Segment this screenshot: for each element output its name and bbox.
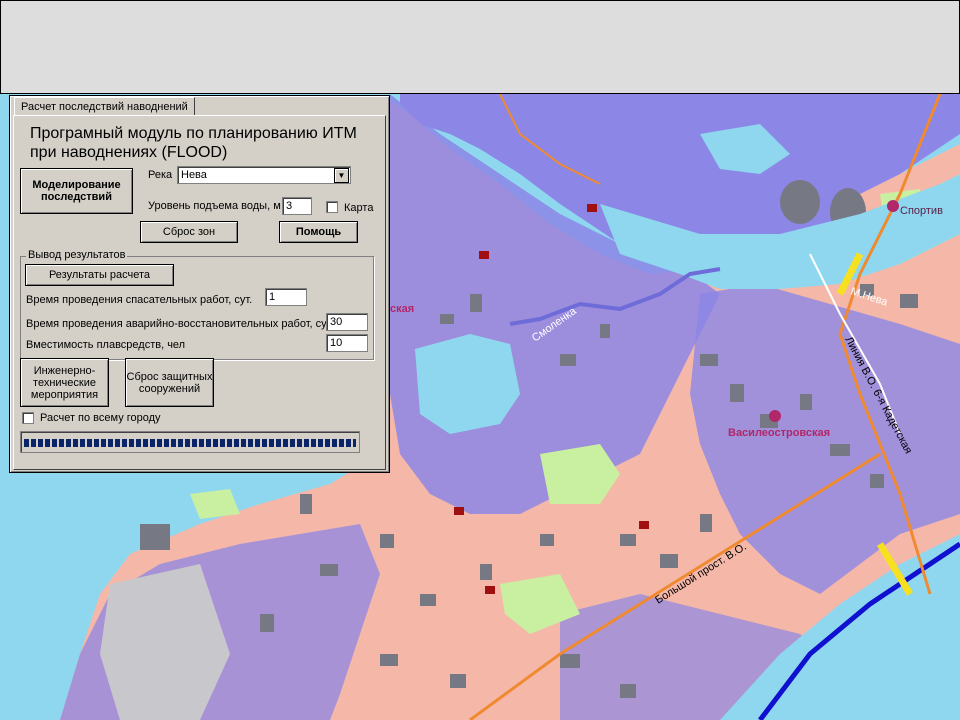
label-sk: ская bbox=[390, 303, 414, 315]
map-checkbox[interactable] bbox=[326, 201, 338, 213]
results-button[interactable]: Результаты расчета bbox=[25, 264, 174, 286]
reset-zones-button[interactable]: Сброс зон bbox=[140, 221, 238, 243]
river-select-value: Нева bbox=[181, 169, 207, 181]
capacity-label: Вместимость плавсредств, чел bbox=[26, 339, 186, 351]
rescue-time-input[interactable]: 1 bbox=[265, 288, 307, 306]
north-pond bbox=[780, 180, 820, 224]
engineering-measures-button[interactable]: Инженерно-технические мероприятия bbox=[20, 358, 109, 407]
progress-fill bbox=[24, 439, 356, 447]
top-banner bbox=[0, 0, 960, 94]
label-sport: Спортив bbox=[900, 205, 943, 217]
river-select[interactable]: Нева ▼ bbox=[177, 166, 351, 184]
restore-time-label: Время проведения аварийно-восстановитель… bbox=[26, 318, 334, 330]
chevron-down-icon[interactable]: ▼ bbox=[334, 168, 349, 183]
label-vasileostr: Василеостровская bbox=[728, 427, 830, 439]
progress-bar bbox=[20, 431, 360, 453]
tab-flood-consequences[interactable]: Расчет последствий наводнений bbox=[14, 97, 195, 116]
capacity-input[interactable]: 10 bbox=[326, 334, 368, 352]
whole-city-checkbox[interactable] bbox=[22, 412, 34, 424]
metro-sportivnaya[interactable] bbox=[887, 200, 899, 212]
map-checkbox-label: Карта bbox=[344, 202, 374, 214]
water-level-label: Уровень подъема воды, м bbox=[148, 200, 281, 212]
restore-time-input[interactable]: 30 bbox=[326, 313, 368, 331]
reset-protective-structures-button[interactable]: Сброс защитных сооружений bbox=[125, 358, 214, 407]
output-group-title: Вывод результатов bbox=[26, 249, 128, 261]
whole-city-label: Расчет по всему городу bbox=[40, 412, 161, 424]
water-level-input[interactable]: 3 bbox=[282, 197, 312, 215]
metro-vasileostrovskaya[interactable] bbox=[769, 410, 781, 422]
river-label: Река bbox=[148, 169, 173, 181]
flood-control-panel: Расчет последствий наводнений Програмный… bbox=[9, 95, 390, 473]
model-consequences-button[interactable]: Моделирование последствий bbox=[20, 168, 133, 214]
help-button[interactable]: Помощь bbox=[279, 221, 358, 243]
rescue-time-label: Время проведения спасательных работ, сут… bbox=[26, 294, 253, 306]
page-title: Програмный модуль по планированию ИТМ пр… bbox=[30, 125, 357, 161]
